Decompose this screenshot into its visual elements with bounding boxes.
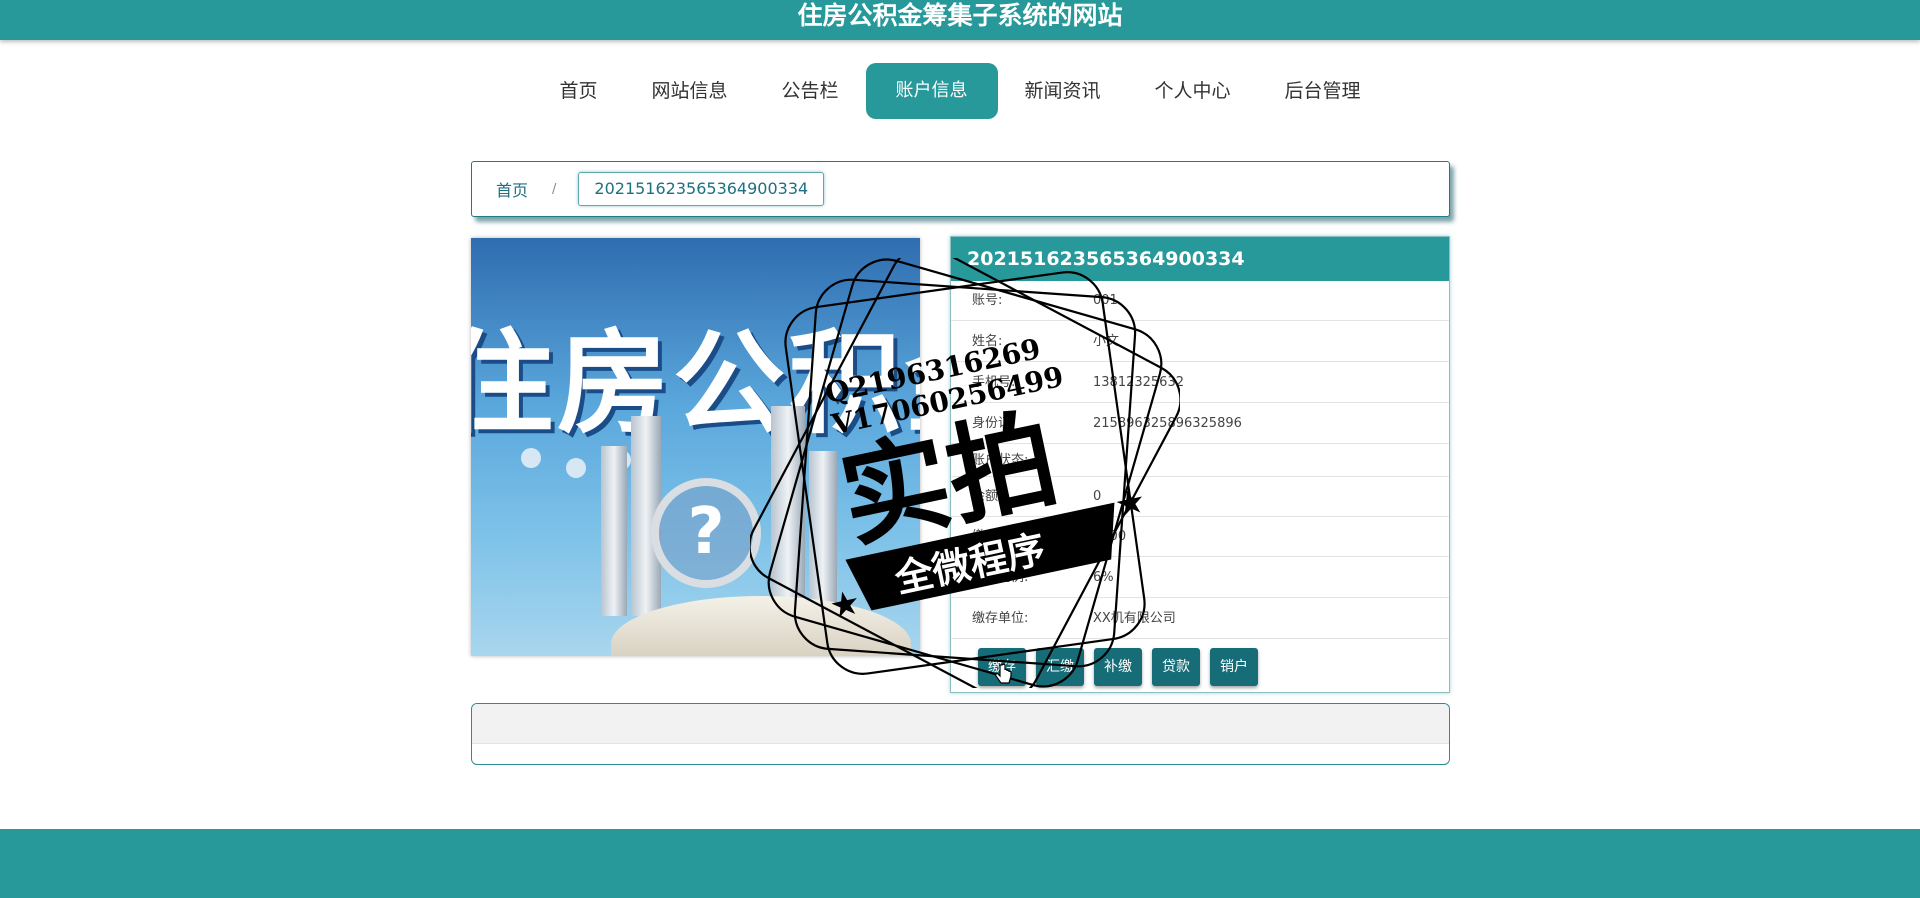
image-building <box>601 446 627 616</box>
action-buttons: 缴存 汇缴 补缴 贷款 销户 <box>978 648 1258 686</box>
question-icon: ? <box>651 478 761 588</box>
detail-key: 账号: <box>972 293 1003 308</box>
detail-row: 缴存比例: 6% <box>951 557 1449 598</box>
breadcrumb: 首页 / 202151623565364900334 <box>471 161 1450 217</box>
site-title: 住房公积金筹集子系统的网站 <box>797 1 1123 30</box>
detail-row: 缴存基数: 4500 <box>951 517 1449 557</box>
detail-value: 小文 <box>1093 334 1120 349</box>
content-box <box>471 703 1450 765</box>
detail-key: 缴存单位: <box>972 611 1029 626</box>
top-header-bar: 住房公积金筹集子系统的网站 <box>0 0 1920 40</box>
detail-key: 余额: <box>972 489 1003 504</box>
content-box-header <box>472 704 1449 744</box>
detail-key: 缴存基数: <box>972 529 1029 544</box>
image-bubble <box>566 458 586 478</box>
breadcrumb-current: 202151623565364900334 <box>578 172 825 206</box>
account-image: 住房公积金 ? <box>471 238 920 656</box>
remit-button[interactable]: 汇缴 <box>1036 648 1084 686</box>
detail-key: 手机号: <box>972 375 1016 390</box>
detail-key: 账户状态: <box>972 453 1029 468</box>
breadcrumb-home-link[interactable]: 首页 <box>496 177 528 201</box>
image-building <box>809 451 837 616</box>
detail-value: 001 <box>1093 293 1118 308</box>
detail-row: 账号: 001 <box>951 281 1449 321</box>
nav-item-notice-board[interactable]: 公告栏 <box>754 63 865 119</box>
nav-item-news[interactable]: 新闻资讯 <box>998 63 1128 119</box>
detail-key: 姓名: <box>972 334 1003 349</box>
detail-value: 215896325896325896 <box>1093 416 1242 431</box>
supplementary-payment-button[interactable]: 补缴 <box>1094 648 1142 686</box>
detail-row: 缴存单位: XX机有限公司 <box>951 598 1449 639</box>
hand-cursor-icon <box>995 663 1012 684</box>
nav-item-site-info[interactable]: 网站信息 <box>624 63 754 119</box>
main-nav: 首页 网站信息 公告栏 账户信息 新闻资讯 个人中心 后台管理 <box>0 63 1920 119</box>
image-building <box>771 406 805 616</box>
detail-value: XX机有限公司 <box>1093 611 1176 626</box>
detail-value: 4500 <box>1093 529 1127 544</box>
account-detail-panel: 202151623565364900334 账号: 001 姓名: 小文 手机号… <box>950 236 1450 693</box>
loan-button[interactable]: 贷款 <box>1152 648 1200 686</box>
close-account-button[interactable]: 销户 <box>1210 648 1258 686</box>
detail-row: 余额: 0 <box>951 477 1449 517</box>
image-caption-text: 住房公积金 <box>471 319 920 449</box>
detail-value: 6% <box>1093 570 1114 585</box>
detail-row: 身份证: 215896325896325896 <box>951 403 1449 444</box>
nav-item-account-info[interactable]: 账户信息 <box>865 63 998 119</box>
detail-row: 手机号: 13812325632 <box>951 362 1449 403</box>
nav-item-home[interactable]: 首页 <box>532 63 624 119</box>
nav-item-personal-center[interactable]: 个人中心 <box>1128 63 1258 119</box>
breadcrumb-separator: / <box>552 181 557 197</box>
detail-key: 身份证: <box>972 416 1016 431</box>
detail-key: 缴存比例: <box>972 570 1029 585</box>
detail-value: 13812325632 <box>1093 375 1184 390</box>
panel-title: 202151623565364900334 <box>951 237 1449 281</box>
detail-value <box>1093 444 1449 476</box>
detail-value: 0 <box>1093 489 1102 504</box>
detail-row: 账户状态: <box>951 444 1449 477</box>
nav-item-admin[interactable]: 后台管理 <box>1258 63 1388 119</box>
footer <box>0 829 1920 898</box>
detail-row: 姓名: 小文 <box>951 321 1449 362</box>
